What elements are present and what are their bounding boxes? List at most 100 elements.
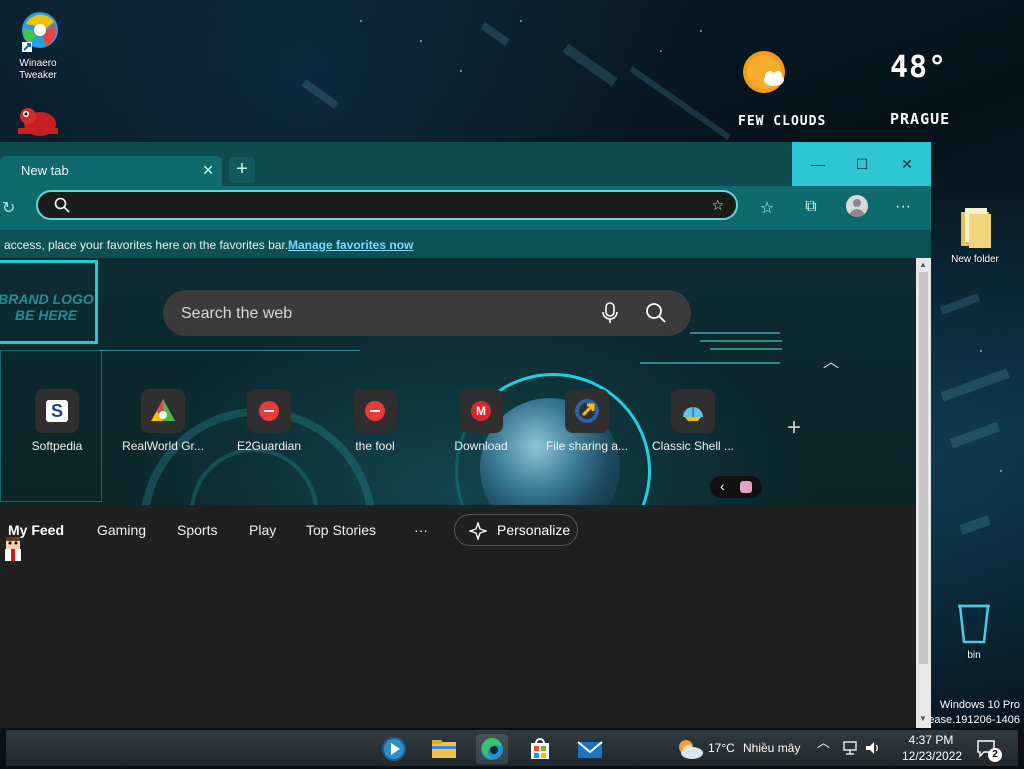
recycle-bin-icon	[958, 604, 990, 644]
address-input[interactable]	[82, 196, 686, 218]
quick-link-classic-shell[interactable]: Classic Shell ...	[648, 389, 738, 453]
tab-close-icon[interactable]: ✕	[202, 162, 214, 179]
personalize-button[interactable]: Personalize	[454, 514, 578, 546]
manage-favorites-link[interactable]: Manage favorites now	[288, 238, 413, 252]
quick-link-label: Softpedia	[31, 439, 83, 453]
new-tab-button[interactable]: +	[229, 157, 255, 183]
quick-link-download[interactable]: M Download	[436, 389, 526, 453]
toolbar: ↻ ☆ ☆ ⧉ ···	[0, 186, 931, 230]
show-hidden-icons-chevron-icon[interactable]: ︿	[817, 732, 830, 751]
browser-window: New tab ✕ + — ☐ ✕ ↻ ☆ ☆ ⧉ ··· access, pl…	[0, 142, 931, 728]
hero-background: BRAND LOGO BE HERE Search the web ︿ + S …	[0, 258, 916, 505]
media-player-icon[interactable]	[378, 734, 410, 764]
search-icon	[54, 197, 70, 213]
favorites-bar-message: access, place your favorites here on the…	[4, 238, 289, 252]
quick-link-e2guardian[interactable]: E2Guardian	[224, 389, 314, 453]
sun-cloud-icon	[743, 51, 785, 93]
window-controls: — ☐ ✕	[792, 142, 931, 186]
clock-date: 12/23/2022	[902, 749, 963, 763]
mascot-icon	[5, 537, 21, 561]
quick-link-file-sharing[interactable]: File sharing a...	[542, 389, 632, 453]
profile-avatar[interactable]	[846, 195, 868, 217]
address-bar[interactable]: ☆	[36, 190, 738, 220]
blocked-icon	[353, 389, 397, 433]
feed-tab-gaming[interactable]: Gaming	[97, 522, 146, 538]
watermark-line-2: ease.191206-1406	[928, 714, 1020, 726]
action-center-button[interactable]: 2	[976, 738, 1002, 762]
hud-line	[710, 348, 782, 350]
feed-tab-sports[interactable]: Sports	[177, 522, 217, 538]
settings-more-icon[interactable]: ···	[892, 198, 914, 216]
favorites-icon[interactable]: ☆	[756, 198, 778, 218]
hud-line	[640, 362, 780, 364]
search-icon[interactable]	[645, 302, 667, 324]
quick-link-label: Download	[454, 439, 508, 453]
vertical-scrollbar[interactable]: ▲ ▼	[916, 258, 931, 728]
theme-thumbnail[interactable]	[740, 481, 752, 493]
feed-more-button[interactable]: ···	[414, 522, 428, 538]
softpedia-icon: S	[35, 389, 79, 433]
classic-shell-icon	[671, 389, 715, 433]
mail-icon[interactable]	[574, 734, 606, 764]
desktop-icon-label: bin	[967, 650, 981, 661]
desktop-icon-label: New folder	[951, 254, 999, 265]
desktop-icon-new-folder[interactable]: New folder	[944, 206, 1006, 266]
taskbar-inner: 17°C Nhiều mây ︿ 4:37 PM 12/23/2022 2	[6, 730, 1018, 766]
volume-icon[interactable]	[864, 740, 882, 756]
scroll-down-icon[interactable]: ▼	[919, 714, 927, 723]
chevron-left-icon[interactable]: ‹	[720, 478, 725, 494]
taskbar-weather-temp[interactable]: 17°C	[708, 741, 735, 755]
taskbar: 17°C Nhiều mây ︿ 4:37 PM 12/23/2022 2	[0, 728, 1024, 768]
desktop-icon-label: Winaero Tweaker	[19, 58, 57, 81]
quick-link-realworld[interactable]: RealWorld Gr...	[118, 389, 208, 453]
background-carousel[interactable]: ‹	[710, 476, 762, 498]
collapse-icon[interactable]: ︿	[823, 348, 839, 372]
tab-title: New tab	[21, 163, 69, 178]
close-button[interactable]: ✕	[897, 154, 917, 174]
quick-link-label: File sharing a...	[545, 439, 629, 453]
quick-link-the-fool[interactable]: the fool	[330, 389, 420, 453]
blocked-icon	[247, 389, 291, 433]
maximize-button[interactable]: ☐	[852, 154, 872, 174]
title-bar: New tab ✕ + — ☐ ✕	[0, 142, 931, 186]
tab-new-tab[interactable]: New tab ✕	[0, 156, 222, 186]
collections-icon[interactable]: ⧉	[800, 198, 822, 216]
refresh-icon[interactable]: ↻	[2, 198, 15, 218]
desktop-icon-character[interactable]	[10, 104, 66, 146]
store-icon[interactable]	[524, 734, 556, 764]
weather-cloud-icon	[679, 740, 703, 759]
edge-browser-icon[interactable]	[476, 734, 508, 764]
realworld-icon	[141, 389, 185, 433]
watermark-line-1: Windows 10 Pro	[939, 699, 1020, 711]
weather-city: PRAGUE	[890, 110, 951, 128]
file-explorer-icon[interactable]	[428, 734, 460, 764]
brand-logo: BRAND LOGO BE HERE	[0, 260, 98, 344]
web-search-input[interactable]	[179, 302, 563, 326]
scroll-up-icon[interactable]: ▲	[919, 260, 927, 269]
add-favorite-icon[interactable]: ☆	[711, 197, 724, 214]
feed-tab-play[interactable]: Play	[249, 522, 276, 538]
feed-tab-top-stories[interactable]: Top Stories	[306, 522, 376, 538]
add-shortcut-icon[interactable]: +	[787, 414, 801, 442]
network-icon[interactable]	[842, 740, 860, 756]
scroll-thumb[interactable]	[919, 272, 928, 664]
taskbar-clock[interactable]: 4:37 PM 12/23/2022	[902, 732, 963, 764]
taskbar-weather-condition[interactable]: Nhiều mây	[743, 741, 800, 755]
personalize-label: Personalize	[497, 522, 571, 538]
microphone-icon[interactable]	[600, 301, 620, 325]
weather-condition: FEW CLOUDS	[738, 114, 827, 129]
sparkle-icon	[469, 522, 487, 540]
desktop-icon-recycle-bin[interactable]: bin	[946, 602, 1002, 662]
folder-icon	[961, 208, 991, 248]
desktop-icon-winaero-tweaker[interactable]: Winaero Tweaker	[8, 10, 68, 82]
minimize-button[interactable]: —	[808, 154, 828, 174]
winaero-tweaker-icon	[22, 12, 58, 52]
hud-line	[100, 350, 360, 351]
quick-link-label: the fool	[355, 439, 395, 453]
new-tab-page: BRAND LOGO BE HERE Search the web ︿ + S …	[0, 258, 916, 728]
web-search-box[interactable]	[163, 290, 691, 336]
quick-link-softpedia[interactable]: S Softpedia	[12, 389, 102, 453]
weather-widget-icon	[742, 50, 790, 101]
file-sharing-icon	[565, 389, 609, 433]
quick-link-label: RealWorld Gr...	[122, 439, 204, 453]
